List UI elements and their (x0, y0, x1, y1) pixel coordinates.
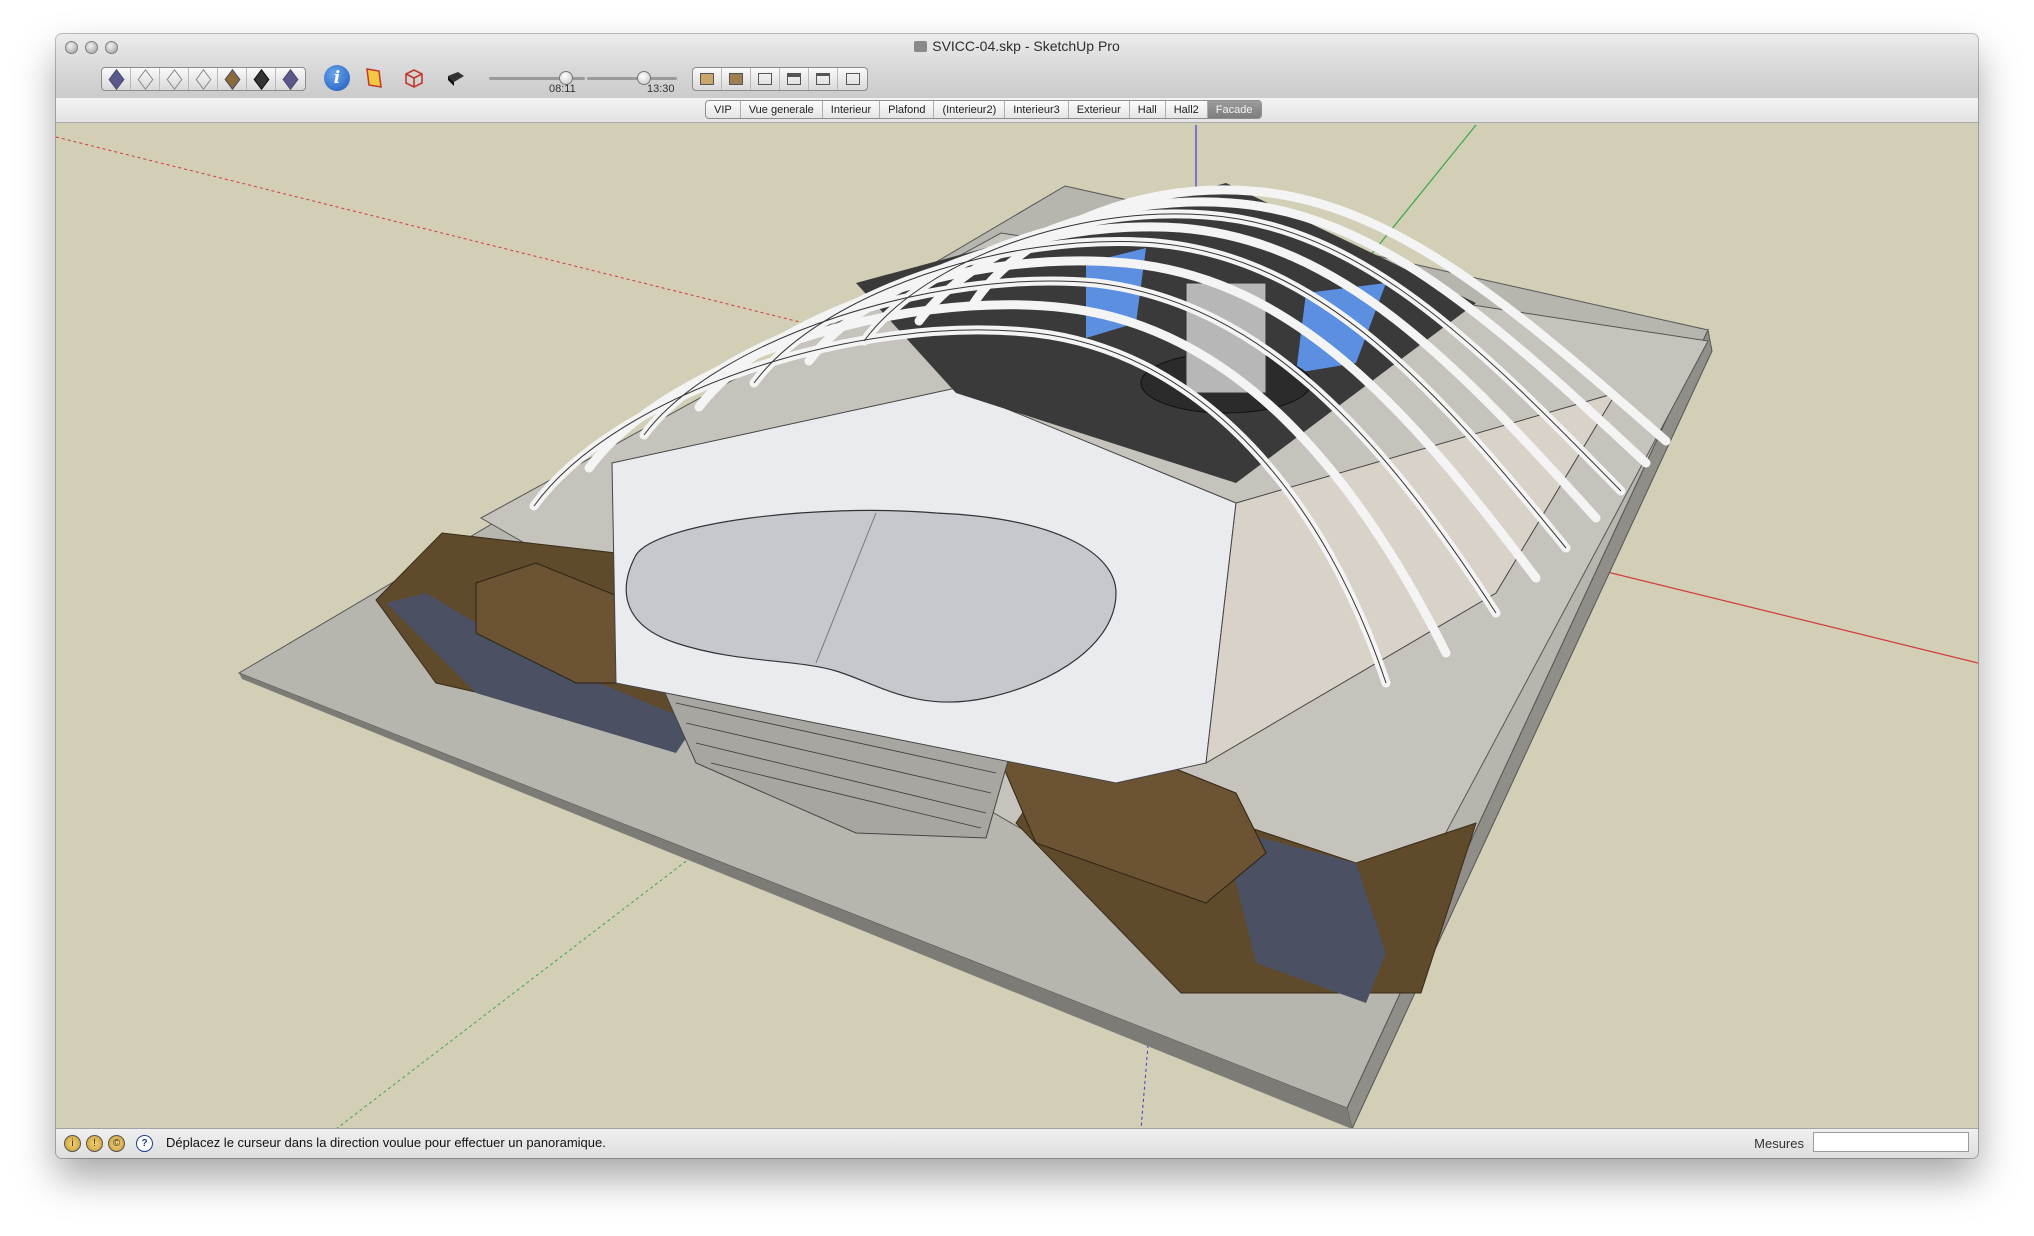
document-icon (914, 41, 928, 52)
house-icon-4 (787, 73, 801, 85)
status-bar: i ! © ? Déplacez le curseur dans la dire… (56, 1128, 1978, 1158)
red-axis-negative (56, 136, 837, 332)
shadow-date-slider[interactable]: 13:30 (587, 66, 677, 95)
house-icon-3 (758, 73, 772, 85)
window-title: SVICC-04.skp - SketchUp Pro (56, 38, 1978, 54)
house-icon-6 (845, 73, 860, 85)
scene-button-4[interactable] (780, 68, 809, 90)
tab-interieur3[interactable]: Interieur3 (1005, 101, 1069, 118)
bottom-view-button[interactable] (276, 68, 305, 90)
window-title-text: SVICC-04.skp - SketchUp Pro (932, 38, 1120, 54)
measurements-input[interactable] (1813, 1132, 1969, 1152)
scene-button-2[interactable] (722, 68, 751, 90)
entity-info-button[interactable]: i (324, 65, 350, 91)
scene-tabs: VIP Vue generale Interieur Plafond (Inte… (705, 100, 1262, 119)
scenes-group (692, 67, 868, 91)
standard-views-group (101, 67, 306, 91)
scene-button-1[interactable] (693, 68, 722, 90)
3d-viewport[interactable] (56, 123, 1978, 1129)
bottom-icon (282, 68, 299, 90)
help-icon[interactable]: ? (136, 1135, 153, 1152)
title-bar: SVICC-04.skp - SketchUp Pro i 08:11 13:3… (56, 34, 1978, 99)
top-icon (137, 68, 153, 90)
wireframe-button[interactable] (402, 66, 426, 90)
scene-button-3[interactable] (751, 68, 780, 90)
house-icon-1 (700, 73, 714, 85)
user-icon[interactable]: © (108, 1135, 125, 1152)
measurements-label: Mesures (1754, 1136, 1804, 1151)
xray-icon (366, 68, 382, 88)
model-scene[interactable] (56, 123, 1978, 1129)
credits-icon[interactable]: ! (86, 1135, 103, 1152)
geo-location-icon[interactable]: i (64, 1135, 81, 1152)
iso-icon (108, 68, 124, 90)
shadow-time-value: 08:11 (549, 83, 576, 95)
tab-facade[interactable]: Facade (1207, 101, 1261, 118)
left-icon (253, 68, 269, 90)
top-view-button[interactable] (131, 68, 160, 90)
scene-tabs-bar: VIP Vue generale Interieur Plafond (Inte… (56, 98, 1978, 123)
slider-track (587, 77, 677, 80)
front-view-button[interactable] (160, 68, 189, 90)
tab-exterieur[interactable]: Exterieur (1069, 101, 1130, 118)
tab-hall2[interactable]: Hall2 (1166, 101, 1208, 118)
sketchup-window: SVICC-04.skp - SketchUp Pro i 08:11 13:3… (56, 34, 1978, 1158)
scene-button-6[interactable] (838, 68, 867, 90)
iso-view-button[interactable] (102, 68, 131, 90)
right-icon (195, 68, 211, 90)
shadow-time-slider[interactable]: 08:11 (489, 66, 585, 95)
tab-vip[interactable]: VIP (706, 101, 741, 118)
wireframe-icon (405, 69, 423, 88)
scene-button-5[interactable] (809, 68, 838, 90)
status-hint: Déplacez le curseur dans la direction vo… (166, 1135, 606, 1150)
left-view-button[interactable] (247, 68, 276, 90)
tab-hall[interactable]: Hall (1130, 101, 1166, 118)
front-icon (166, 68, 182, 90)
right-view-button[interactable] (189, 68, 218, 90)
house-icon-5 (816, 73, 830, 85)
tab-plafond[interactable]: Plafond (880, 101, 935, 118)
back-icon (224, 68, 240, 90)
main-toolbar: i 08:11 13:30 (56, 62, 1978, 96)
xray-button[interactable] (362, 66, 386, 90)
tab-interieur2[interactable]: (Interieur2) (934, 101, 1006, 118)
tab-interieur[interactable]: Interieur (823, 101, 881, 118)
shadow-date-value: 13:30 (647, 83, 675, 95)
shadows-button[interactable] (444, 66, 468, 90)
house-icon-2 (729, 73, 743, 85)
info-icon: i (333, 68, 341, 88)
tab-vue-generale[interactable]: Vue generale (741, 101, 823, 118)
back-view-button[interactable] (218, 68, 247, 90)
